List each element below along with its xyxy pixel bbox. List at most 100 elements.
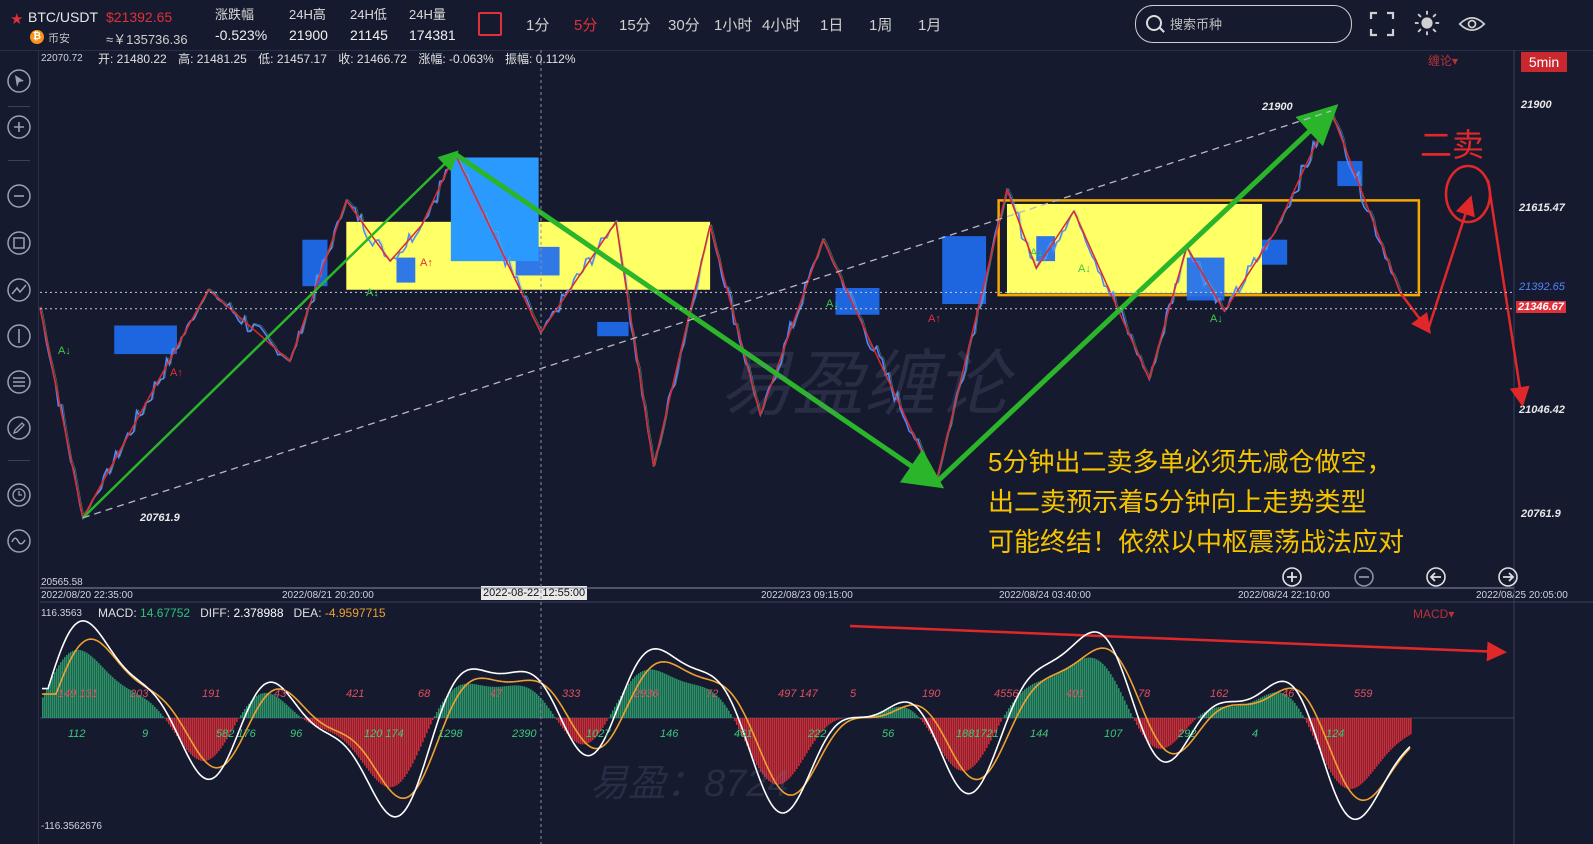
annotation-line: 出二卖预示着5分钟向上走势类型 xyxy=(988,487,1367,517)
macd-bar xyxy=(150,703,152,718)
macd-bar xyxy=(1118,688,1120,718)
macd-bar xyxy=(296,713,298,718)
macd-bar xyxy=(1052,675,1054,718)
macd-bar xyxy=(952,718,954,766)
macd-bar xyxy=(1162,718,1164,749)
macd-bar xyxy=(412,718,414,764)
macd-bottom-number: 4 xyxy=(1252,728,1258,740)
macd-bar xyxy=(1172,718,1174,744)
macd-bar xyxy=(360,718,362,761)
macd-bar xyxy=(940,718,942,751)
macd-bar xyxy=(154,706,156,718)
macd-bar xyxy=(470,683,472,718)
plus-circle-icon[interactable] xyxy=(1281,566,1303,588)
macd-bar xyxy=(726,707,728,718)
macd-bar xyxy=(236,718,238,723)
macd-bar xyxy=(602,718,604,728)
macd-bar xyxy=(1246,703,1248,718)
macd-bar xyxy=(526,687,528,718)
signal-marker: A↓ xyxy=(1030,247,1043,259)
macd-bar xyxy=(666,674,668,718)
macd-bar xyxy=(450,691,452,718)
macd-bar xyxy=(690,683,692,718)
macd-bar xyxy=(896,706,898,718)
macd-bar xyxy=(838,718,840,720)
minus-circle-icon[interactable] xyxy=(1353,566,1375,588)
macd-bar xyxy=(670,676,672,718)
macd-bar xyxy=(104,669,106,718)
macd-bar xyxy=(426,718,428,734)
macd-bar xyxy=(828,718,830,725)
macd-bar xyxy=(148,701,150,718)
macd-bar xyxy=(458,685,460,718)
macd-bar xyxy=(1380,718,1382,762)
macd-bar xyxy=(346,718,348,744)
macd-bar xyxy=(350,718,352,748)
macd-bar xyxy=(1020,692,1022,718)
macd-bar xyxy=(78,649,80,718)
macd-bar xyxy=(1038,681,1040,718)
macd-bar xyxy=(1236,705,1238,718)
macd-bar xyxy=(1122,696,1124,718)
macd-bar xyxy=(538,695,540,718)
macd-bar xyxy=(1244,704,1246,718)
arrow-right-circle-icon[interactable] xyxy=(1497,566,1519,588)
macd-bar xyxy=(1322,718,1324,758)
macd-bottom-number: 56 xyxy=(882,728,895,740)
macd-top-number: 72 xyxy=(706,688,718,700)
macd-bar xyxy=(688,683,690,718)
macd-bar xyxy=(160,713,162,718)
macd-bar xyxy=(604,718,606,725)
macd-bar xyxy=(106,671,108,718)
macd-bar xyxy=(1374,718,1376,770)
projection-arrow xyxy=(1399,291,1431,335)
macd-top-number: 43 xyxy=(274,688,287,700)
macd-bar xyxy=(1124,700,1126,718)
macd-bar xyxy=(114,679,116,718)
watermark-macd: 易盈：8724 xyxy=(590,763,789,805)
macd-bar xyxy=(908,708,910,718)
macd-bar xyxy=(1200,714,1202,718)
watermark-main: 易盈缠论 xyxy=(720,345,1009,425)
macd-bar xyxy=(998,718,1000,726)
macd-bar xyxy=(536,693,538,718)
macd-bar xyxy=(1026,687,1028,718)
macd-top-number: 401 xyxy=(1066,688,1084,700)
macd-bar xyxy=(1348,718,1350,790)
macd-bar xyxy=(260,693,262,718)
macd-bar xyxy=(434,715,436,718)
macd-bar xyxy=(54,672,56,718)
macd-bar xyxy=(1384,718,1386,757)
macd-bar xyxy=(484,685,486,718)
macd-bar xyxy=(1058,672,1060,718)
macd-bar xyxy=(1112,677,1114,718)
signal-marker: A↑ xyxy=(170,367,183,379)
macd-bar xyxy=(116,680,118,718)
macd-bar xyxy=(534,692,536,718)
macd-bar xyxy=(1248,703,1250,718)
macd-bar xyxy=(1354,718,1356,789)
macd-bar xyxy=(1170,718,1172,745)
arrow-left-circle-icon[interactable] xyxy=(1425,566,1447,588)
macd-bar xyxy=(1366,718,1368,779)
macd-bar xyxy=(910,710,912,718)
macd-bar xyxy=(696,685,698,718)
divergence-arrow xyxy=(849,624,1507,662)
macd-bar xyxy=(1398,718,1400,743)
macd-bar xyxy=(554,716,556,718)
macd-bar xyxy=(44,692,46,718)
macd-bar xyxy=(74,650,76,718)
macd-bar xyxy=(1166,718,1168,748)
macd-bar xyxy=(210,718,212,759)
macd-bar xyxy=(1102,663,1104,718)
macd-bar xyxy=(120,683,122,718)
macd-bar xyxy=(84,651,86,718)
macd-bar xyxy=(1050,676,1052,718)
macd-bar xyxy=(110,675,112,718)
macd-bar xyxy=(268,693,270,718)
macd-bar xyxy=(546,705,548,718)
macd-bar xyxy=(1404,718,1406,739)
pivot-box xyxy=(597,321,629,337)
macd-bar xyxy=(478,684,480,718)
macd-bar xyxy=(52,675,54,718)
